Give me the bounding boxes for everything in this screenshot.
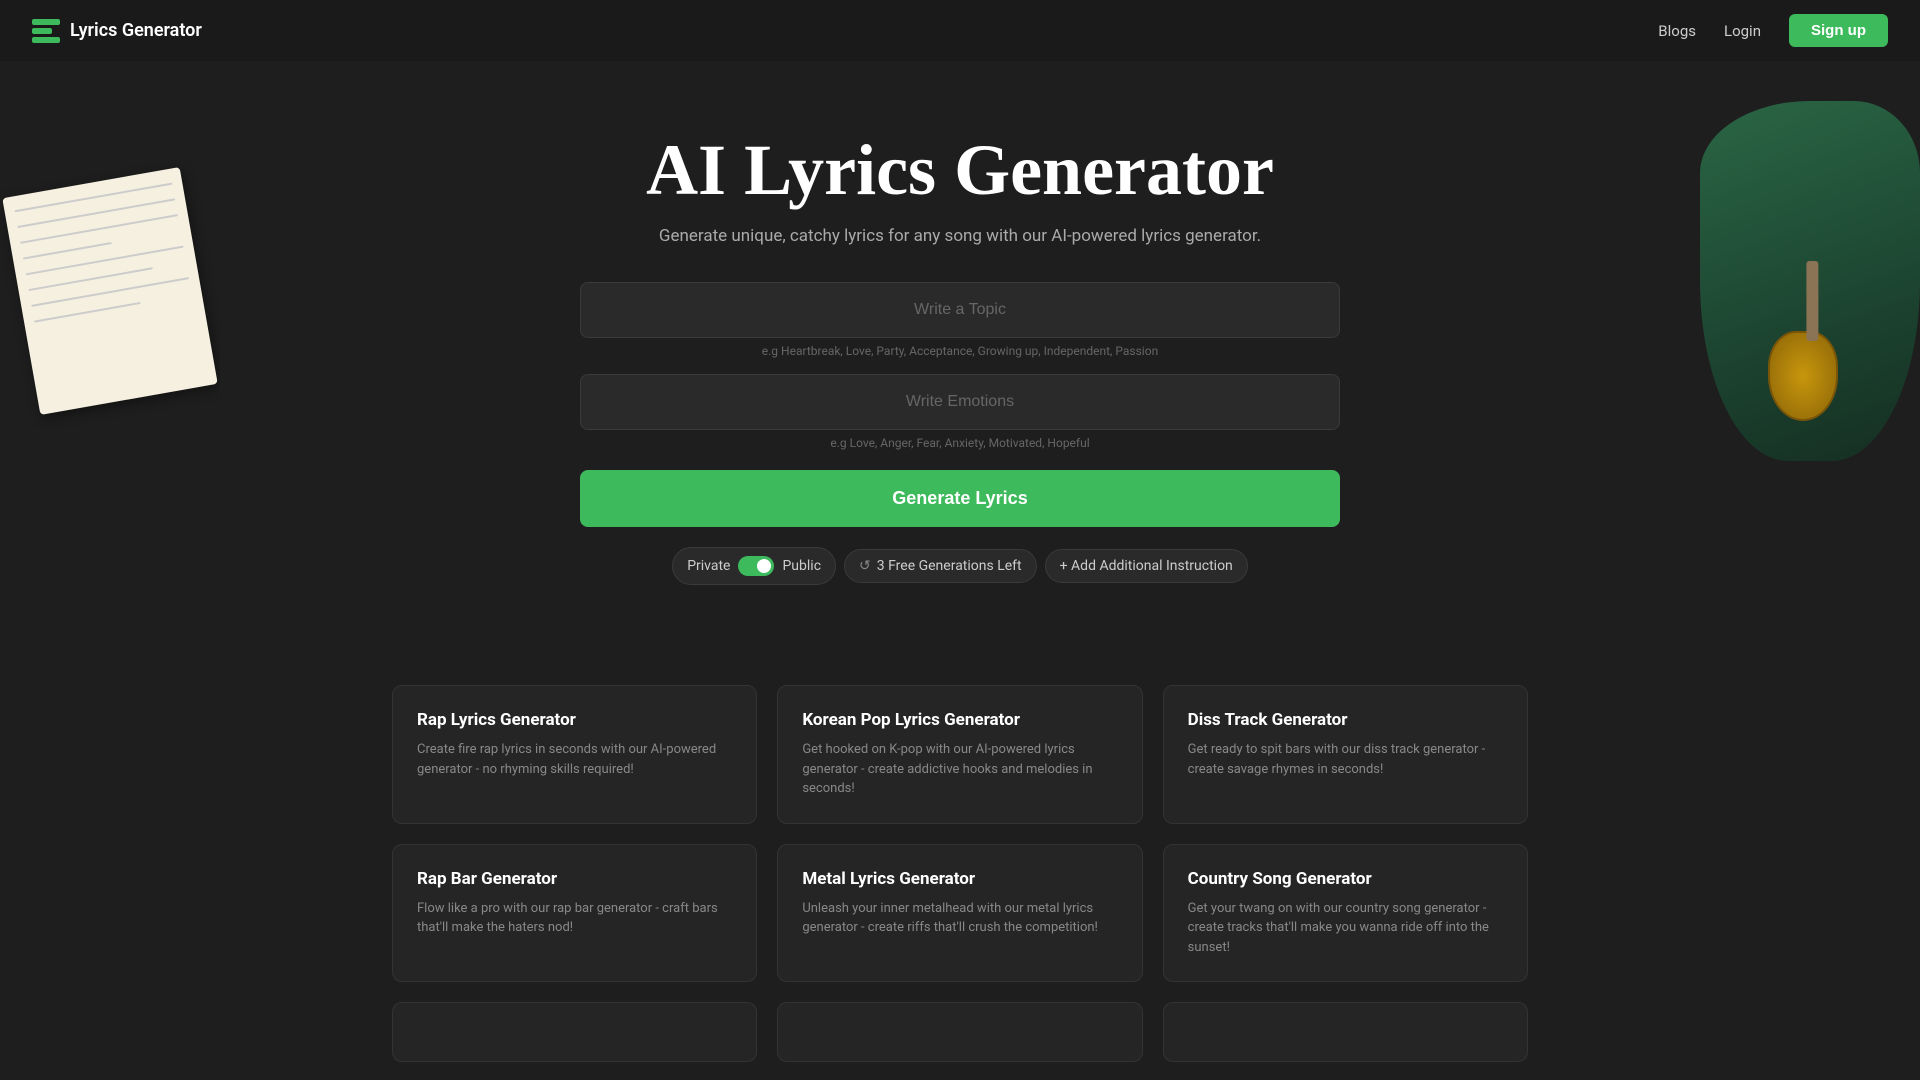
card-rap-bar[interactable]: Rap Bar Generator Flow like a pro with o… xyxy=(392,844,757,983)
emotions-hint: e.g Love, Anger, Fear, Anxiety, Motivate… xyxy=(580,436,1340,450)
signup-button[interactable]: Sign up xyxy=(1789,14,1888,47)
card-desc-2: Get ready to spit bars with our diss tra… xyxy=(1188,740,1503,779)
controls-row: Private Public ↺ 3 Free Generations Left… xyxy=(580,547,1340,585)
cards-grid: Rap Lyrics Generator Create fire rap lyr… xyxy=(392,685,1528,982)
card-rap-lyrics[interactable]: Rap Lyrics Generator Create fire rap lyr… xyxy=(392,685,757,824)
card-kpop-lyrics[interactable]: Korean Pop Lyrics Generator Get hooked o… xyxy=(777,685,1142,824)
logo-bar-2 xyxy=(32,28,52,34)
public-label: Public xyxy=(782,558,821,574)
logo-link[interactable]: Lyrics Generator xyxy=(32,17,202,45)
guitar-body-art xyxy=(1768,331,1838,421)
logo-bar-1 xyxy=(32,19,60,25)
card-title-2: Diss Track Generator xyxy=(1188,710,1503,730)
card-title-3: Rap Bar Generator xyxy=(417,869,732,889)
card-desc-4: Unleash your inner metalhead with our me… xyxy=(802,899,1117,938)
topic-hint: e.g Heartbreak, Love, Party, Acceptance,… xyxy=(580,344,1340,358)
card-desc-3: Flow like a pro with our rap bar generat… xyxy=(417,899,732,938)
nav-links: Blogs Login Sign up xyxy=(1658,14,1888,47)
hero-title: AI Lyrics Generator xyxy=(20,131,1900,210)
cards-section: Rap Lyrics Generator Create fire rap lyr… xyxy=(360,685,1560,1062)
card-title-0: Rap Lyrics Generator xyxy=(417,710,732,730)
card-partial-1[interactable] xyxy=(777,1002,1142,1062)
hero-section: AI Lyrics Generator Generate unique, cat… xyxy=(0,61,1920,625)
toggle-switch[interactable] xyxy=(738,556,774,576)
generations-label: 3 Free Generations Left xyxy=(877,558,1022,574)
nav-login-link[interactable]: Login xyxy=(1724,22,1761,40)
private-label: Private xyxy=(687,558,730,574)
logo-bar-3 xyxy=(32,37,60,43)
cards-bottom-row xyxy=(392,1002,1528,1062)
card-title-1: Korean Pop Lyrics Generator xyxy=(802,710,1117,730)
add-instruction-button[interactable]: + Add Additional Instruction xyxy=(1045,549,1248,583)
card-diss-track[interactable]: Diss Track Generator Get ready to spit b… xyxy=(1163,685,1528,824)
add-instruction-label: + Add Additional Instruction xyxy=(1060,558,1233,574)
card-country-song[interactable]: Country Song Generator Get your twang on… xyxy=(1163,844,1528,983)
topic-input[interactable] xyxy=(580,282,1340,338)
logo-icon xyxy=(32,17,60,45)
brand-name: Lyrics Generator xyxy=(70,20,202,41)
generations-counter[interactable]: ↺ 3 Free Generations Left xyxy=(844,549,1037,583)
card-partial-0[interactable] xyxy=(392,1002,757,1062)
emotions-input[interactable] xyxy=(580,374,1340,430)
card-title-4: Metal Lyrics Generator xyxy=(802,869,1117,889)
generate-button[interactable]: Generate Lyrics xyxy=(580,470,1340,527)
navbar: Lyrics Generator Blogs Login Sign up xyxy=(0,0,1920,61)
visibility-toggle[interactable]: Private Public xyxy=(672,547,836,585)
refresh-icon: ↺ xyxy=(859,558,871,574)
card-metal-lyrics[interactable]: Metal Lyrics Generator Unleash your inne… xyxy=(777,844,1142,983)
card-partial-2[interactable] xyxy=(1163,1002,1528,1062)
card-title-5: Country Song Generator xyxy=(1188,869,1503,889)
nav-blogs-link[interactable]: Blogs xyxy=(1658,22,1696,40)
hero-subtitle: Generate unique, catchy lyrics for any s… xyxy=(20,226,1900,246)
guitar-neck-art xyxy=(1806,261,1818,341)
card-desc-5: Get your twang on with our country song … xyxy=(1188,899,1503,958)
card-desc-0: Create fire rap lyrics in seconds with o… xyxy=(417,740,732,779)
card-desc-1: Get hooked on K-pop with our AI-powered … xyxy=(802,740,1117,799)
form-container: e.g Heartbreak, Love, Party, Acceptance,… xyxy=(560,282,1360,585)
